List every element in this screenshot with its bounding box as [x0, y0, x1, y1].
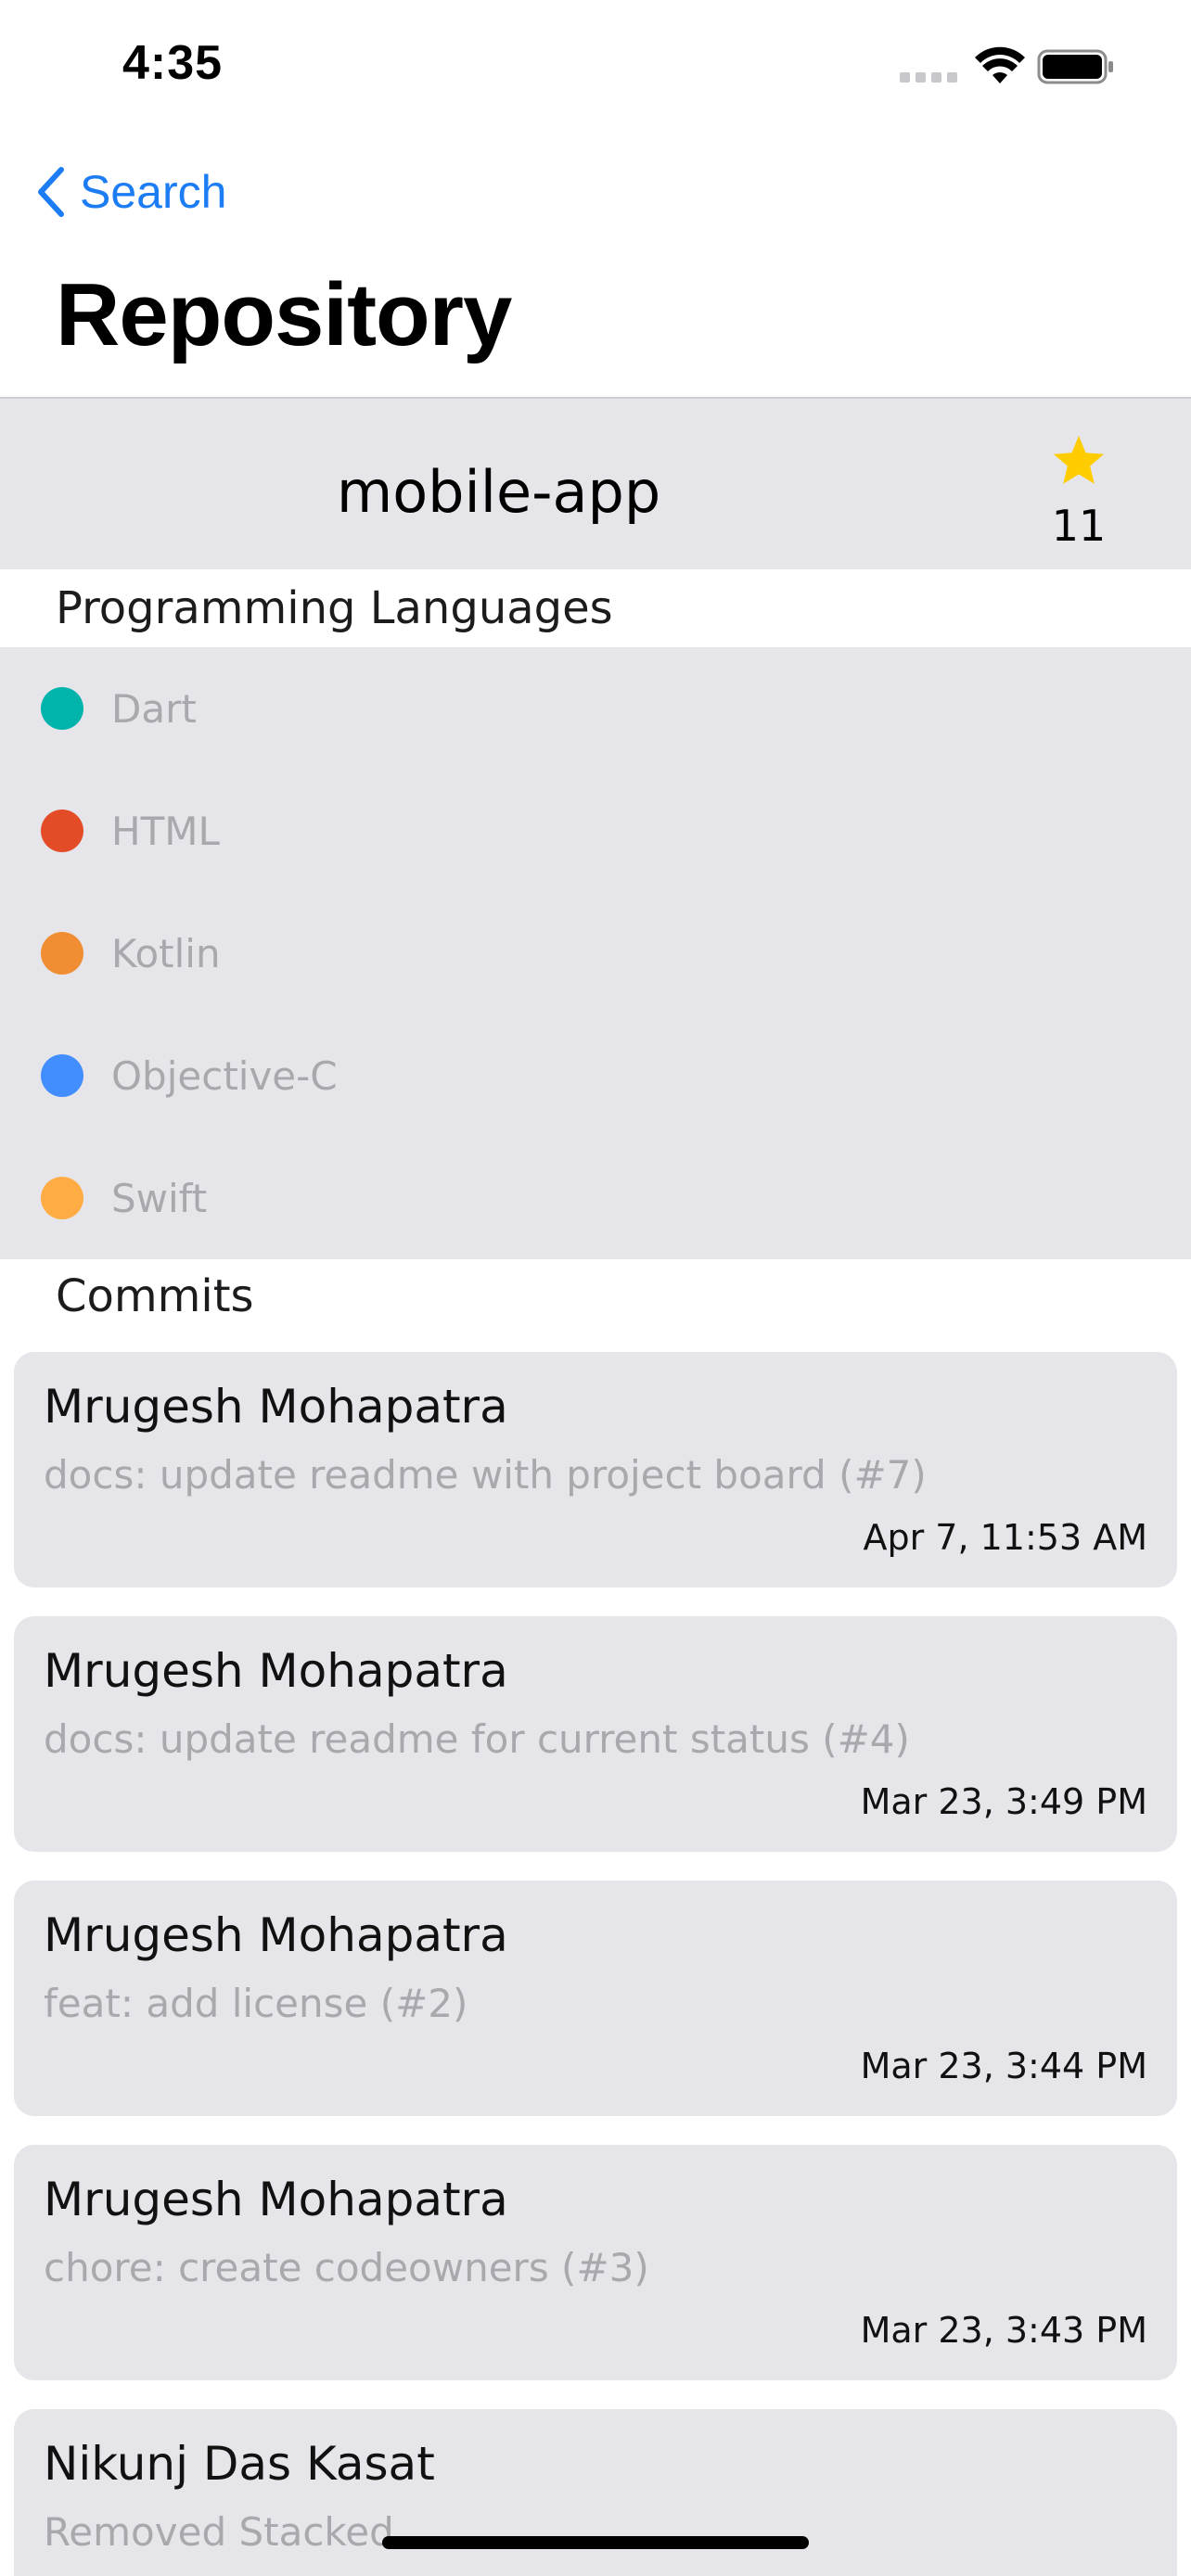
- commit-message: docs: update readme with project board (…: [44, 1452, 927, 1498]
- battery-icon: [1037, 49, 1113, 84]
- commit-date: Mar 23, 3:49 PM: [860, 1781, 1147, 1822]
- commits-section-title: Commits: [56, 1270, 254, 1322]
- language-name: HTML: [111, 808, 220, 854]
- cellular-signal-icon: [900, 72, 957, 83]
- commit-card[interactable]: Mrugesh Mohapatra docs: update readme fo…: [14, 1616, 1177, 1852]
- page-title: Repository: [56, 265, 512, 364]
- language-color-dot: [41, 1054, 83, 1097]
- commit-author: Mrugesh Mohapatra: [44, 1644, 508, 1698]
- commit-message: Removed Stacked: [44, 2509, 394, 2555]
- repo-name: mobile-app: [336, 458, 661, 526]
- commit-card[interactable]: Mrugesh Mohapatra chore: create codeowne…: [14, 2145, 1177, 2380]
- language-color-dot: [41, 932, 83, 975]
- commit-author: Mrugesh Mohapatra: [44, 1908, 508, 1962]
- languages-list: Dart HTML Kotlin Objective-C Swift: [0, 647, 1191, 1259]
- star-count: 11: [1051, 501, 1107, 551]
- status-time: 4:35: [122, 36, 224, 90]
- commit-author: Nikunj Das Kasat: [44, 2437, 435, 2491]
- commit-card[interactable]: Mrugesh Mohapatra feat: add license (#2)…: [14, 1881, 1177, 2116]
- language-name: Swift: [111, 1175, 208, 1221]
- language-item: HTML: [0, 770, 1191, 892]
- commit-card[interactable]: Nikunj Das Kasat Removed Stacked: [14, 2409, 1177, 2576]
- commit-date: Mar 23, 3:44 PM: [860, 2046, 1147, 2086]
- commit-message: chore: create codeowners (#3): [44, 2245, 649, 2290]
- language-color-dot: [41, 1177, 83, 1219]
- language-item: Dart: [0, 647, 1191, 770]
- language-name: Kotlin: [111, 930, 221, 976]
- back-button-label: Search: [80, 166, 227, 218]
- language-item: Objective-C: [0, 1014, 1191, 1137]
- language-name: Dart: [111, 685, 197, 732]
- status-bar: 4:35: [0, 0, 1191, 130]
- commit-card[interactable]: Mrugesh Mohapatra docs: update readme wi…: [14, 1352, 1177, 1588]
- language-item: Kotlin: [0, 892, 1191, 1014]
- commit-author: Mrugesh Mohapatra: [44, 1380, 508, 1434]
- commit-date: Apr 7, 11:53 AM: [863, 1517, 1147, 1558]
- commit-date: Mar 23, 3:43 PM: [860, 2310, 1147, 2351]
- language-name: Objective-C: [111, 1052, 338, 1099]
- chevron-left-icon: [38, 167, 64, 217]
- back-button[interactable]: Search: [33, 159, 226, 224]
- repo-header: mobile-app 11: [0, 399, 1191, 569]
- star-icon: [1053, 435, 1105, 484]
- wifi-icon: [975, 46, 1025, 83]
- commit-author: Mrugesh Mohapatra: [44, 2173, 508, 2226]
- commit-message: feat: add license (#2): [44, 1981, 468, 2026]
- language-color-dot: [41, 810, 83, 852]
- home-indicator: [382, 2536, 809, 2549]
- languages-section-title: Programming Languages: [56, 582, 613, 634]
- language-color-dot: [41, 687, 83, 730]
- commit-message: docs: update readme for current status (…: [44, 1716, 910, 1762]
- language-item: Swift: [0, 1137, 1191, 1259]
